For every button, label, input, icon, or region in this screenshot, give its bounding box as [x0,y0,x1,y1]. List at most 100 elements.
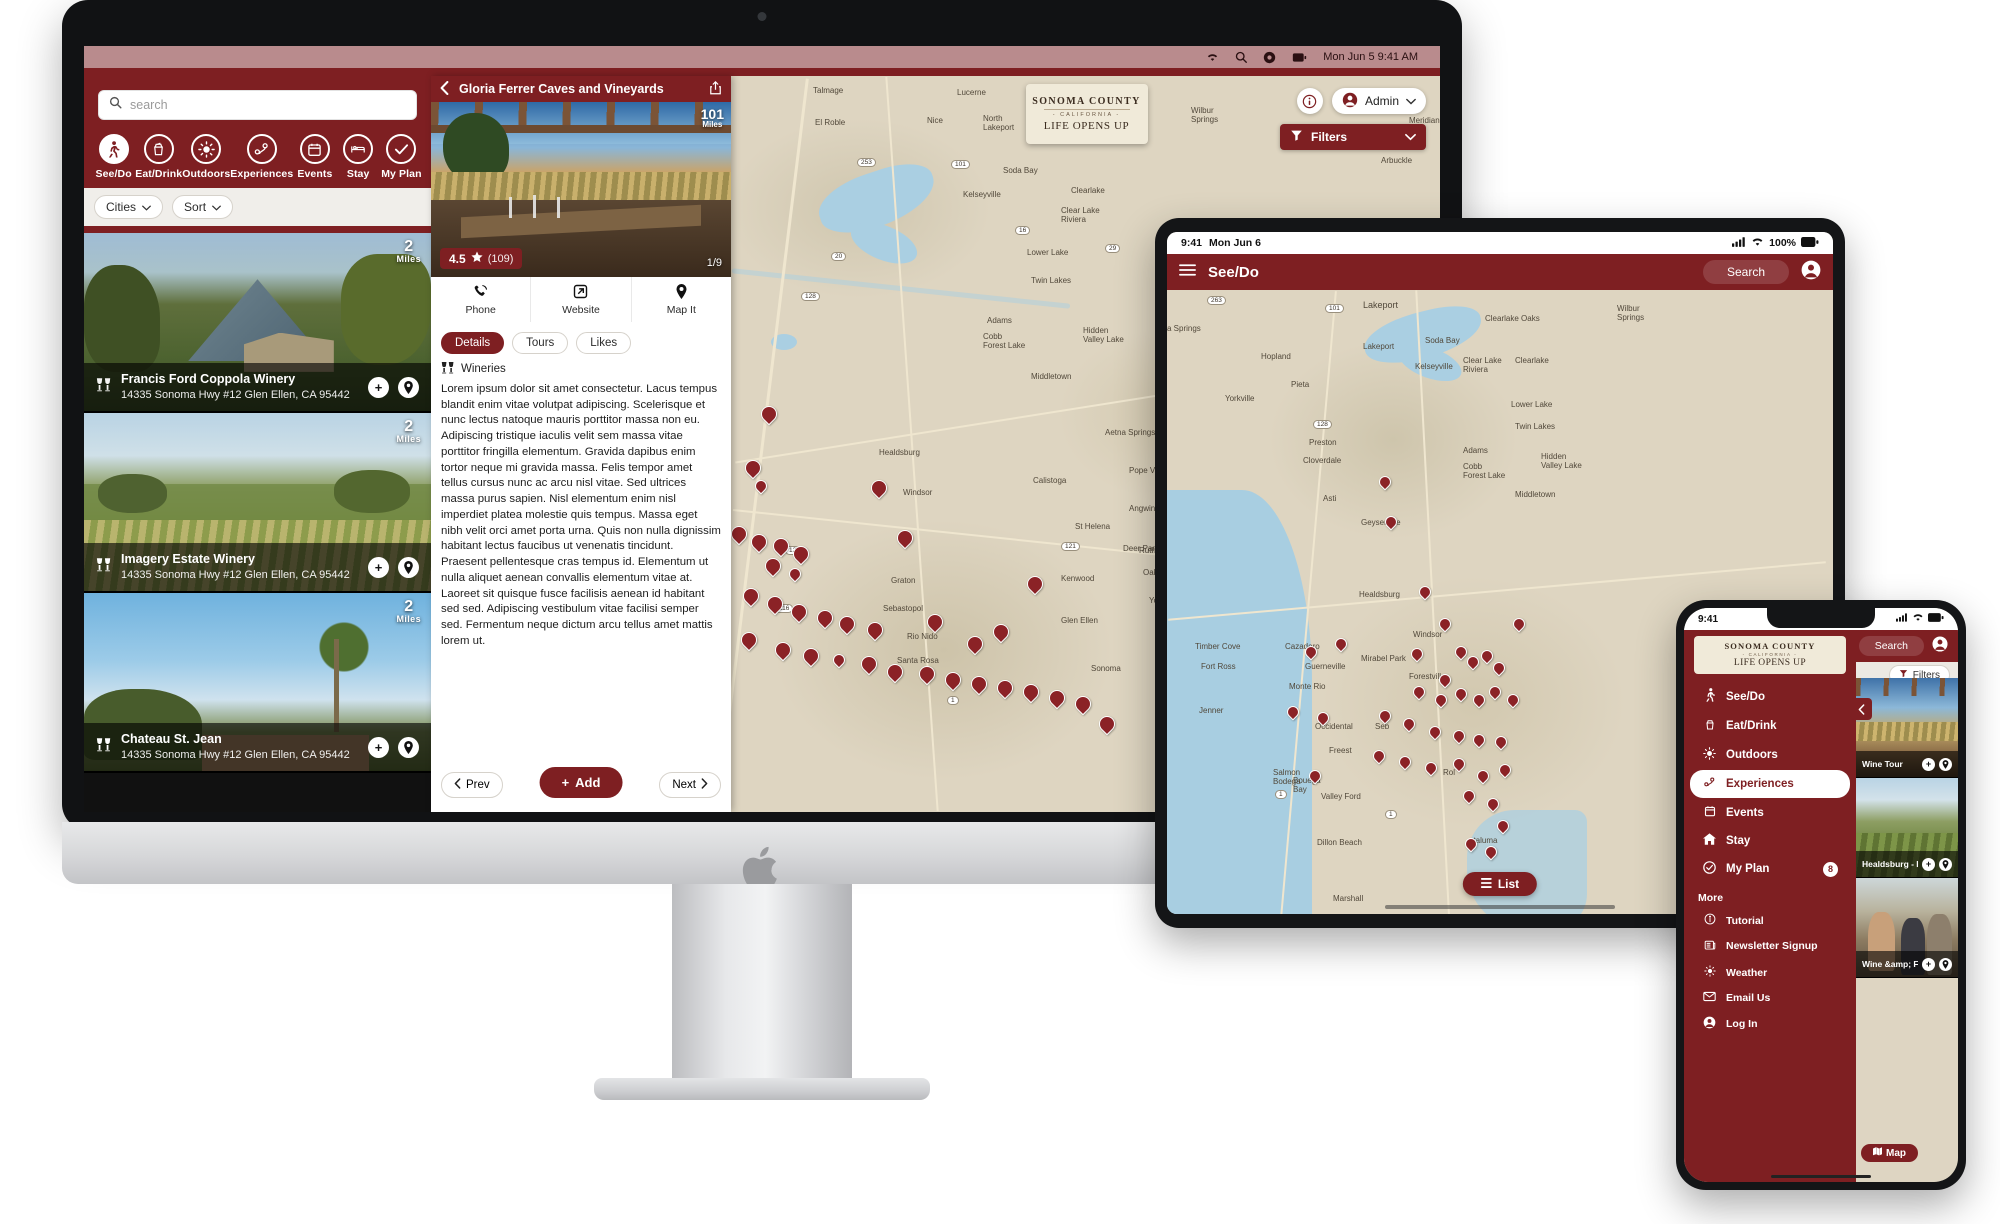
search-button[interactable]: Search [1702,260,1789,284]
menu-item-weather[interactable]: Weather [1690,960,1850,985]
menu-item-experiences[interactable]: Experiences [1690,770,1850,798]
prev-button[interactable]: Prev [441,772,503,798]
control-center-icon[interactable] [1263,51,1276,64]
detail-body-text: Lorem ipsum dolor sit amet consectetur. … [441,383,721,647]
tab-experiences[interactable]: Experiences [230,134,293,180]
phone-action[interactable]: Phone [431,277,531,322]
tab-eat-drink[interactable]: Eat/Drink [135,134,182,180]
menu-item-my-plan[interactable]: My Plan 8 [1690,855,1850,883]
map-label: a Springs [1167,324,1201,333]
map-label: Clearlake [1515,356,1549,365]
map-label: Clear Lake Riviera [1463,356,1502,374]
walking-person-icon [1702,688,1717,705]
map-label: Windsor [1413,630,1443,639]
map-label: Pieta [1291,380,1310,389]
search-icon[interactable] [1235,51,1248,63]
add-button[interactable]: + Add [539,767,623,798]
menu-item-outdoors[interactable]: Outdoors [1690,741,1850,769]
menu-item-see-do[interactable]: See/Do [1690,682,1850,711]
tab-see-do[interactable]: See/Do [92,134,135,180]
chip-details[interactable]: Details [441,332,505,354]
my-plan-badge: 8 [1823,861,1838,877]
list-toggle-button[interactable]: List [1462,872,1538,896]
cities-dropdown[interactable]: Cities [94,195,164,219]
account-button[interactable]: Admin [1331,88,1426,114]
route-shield: 128 [801,292,820,301]
chevron-left-icon[interactable] [440,80,449,98]
route-shield: 128 [1313,420,1332,429]
map-label: Timber Cove [1195,642,1241,651]
status-date: Mon Jun 6 [1209,237,1261,249]
card-text: Francis Ford Coppola Winery 14335 Sonoma… [121,372,359,402]
menu-item-eat-drink[interactable]: Eat/Drink [1690,712,1850,740]
menu-label: Newsletter Signup [1726,940,1818,953]
menu-item-tutorial[interactable]: Tutorial [1690,908,1850,933]
map-label: Lucerne [957,88,986,97]
map-pin-icon[interactable] [398,376,419,398]
add-to-plan-icon[interactable]: + [368,556,389,578]
chip-tours[interactable]: Tours [512,332,569,354]
map-pin-icon[interactable] [1939,957,1952,971]
sort-dropdown[interactable]: Sort [172,195,234,219]
search-button[interactable]: Search [1858,636,1924,656]
tab-label: See/Do [95,168,132,180]
add-to-plan-icon[interactable]: + [1922,957,1935,971]
map-label: Graton [891,576,916,585]
detail-hero-image[interactable]: 101 Miles 4.5 (109) 1/9 [431,102,731,277]
tab-label: Events [297,168,333,180]
menu-label: Events [1726,806,1764,819]
avatar-icon[interactable] [1801,260,1821,285]
logo-rule [1043,109,1130,110]
tab-events[interactable]: Events [293,134,336,180]
list-item[interactable]: 2 Miles Francis Ford Coppola Winery 1433… [84,233,431,413]
add-to-plan-icon[interactable]: + [368,376,389,398]
menu-label: Email Us [1726,992,1771,1004]
next-button[interactable]: Next [659,772,721,798]
category-label: Wineries [461,363,506,375]
add-to-plan-icon[interactable]: + [1922,857,1935,871]
menu-item-events[interactable]: Events [1690,799,1850,826]
share-icon[interactable] [709,80,722,98]
sun-icon [191,134,222,164]
map-label: Lakeport [1363,342,1395,351]
hamburger-menu-icon[interactable] [1179,263,1196,282]
tab-outdoors[interactable]: Outdoors [182,134,230,180]
map-pin-icon[interactable] [398,556,419,578]
drawer-collapse-button[interactable] [1850,698,1872,720]
map-top-right-controls: Admin [1296,88,1426,114]
photo-count-badge: 101 Miles [701,107,724,129]
chevron-right-icon [701,778,708,792]
map-toggle-button[interactable]: Map [1861,1144,1918,1162]
list-item[interactable]: Wine &amp; Food - Two + [1856,878,1958,978]
map-pin-icon[interactable] [1939,757,1952,771]
menu-item-log-in[interactable]: Log In [1690,1011,1850,1037]
menu-item-newsletter-signup[interactable]: Newsletter Signup [1690,934,1850,959]
tab-my-plan[interactable]: My Plan [380,134,423,180]
card-title: Francis Ford Coppola Winery [121,372,296,387]
menu-item-stay[interactable]: Stay [1690,827,1850,854]
map-it-action[interactable]: Map It [631,277,731,322]
filters-button[interactable]: Filters [1280,124,1426,150]
tab-stay[interactable]: Stay [337,134,380,180]
status-time: 9:41 [1698,613,1719,625]
chip-likes[interactable]: Likes [576,332,632,354]
list-item[interactable]: 2 Miles Imagery Estate Winery 14335 Sono… [84,413,431,593]
menu-item-email-us[interactable]: Email Us [1690,986,1850,1010]
tab-label: My Plan [381,168,422,180]
add-to-plan-icon[interactable]: + [368,736,389,758]
avatar-icon[interactable] [1932,635,1948,657]
poi-card-list[interactable]: 2 Miles Francis Ford Coppola Winery 1433… [84,233,431,812]
route-shield: 1 [1385,810,1397,819]
list-item[interactable]: Wine Tour + [1856,678,1958,778]
iphone-card-list[interactable]: Wine Tour + Healdsburg - Day + [1856,678,1958,1182]
wine-glasses-icon [441,361,455,377]
website-action[interactable]: Website [531,277,631,322]
info-icon[interactable] [1296,88,1323,114]
list-item[interactable]: 2 Miles Chateau St. Jean 14335 Sonoma Hw… [84,593,431,773]
map-pin-icon[interactable] [398,736,419,758]
add-to-plan-icon[interactable]: + [1922,757,1935,771]
calendar-icon [1702,805,1717,820]
search-input[interactable]: search [98,90,417,120]
map-pin-icon[interactable] [1939,857,1952,871]
list-item[interactable]: Healdsburg - Day + [1856,778,1958,878]
